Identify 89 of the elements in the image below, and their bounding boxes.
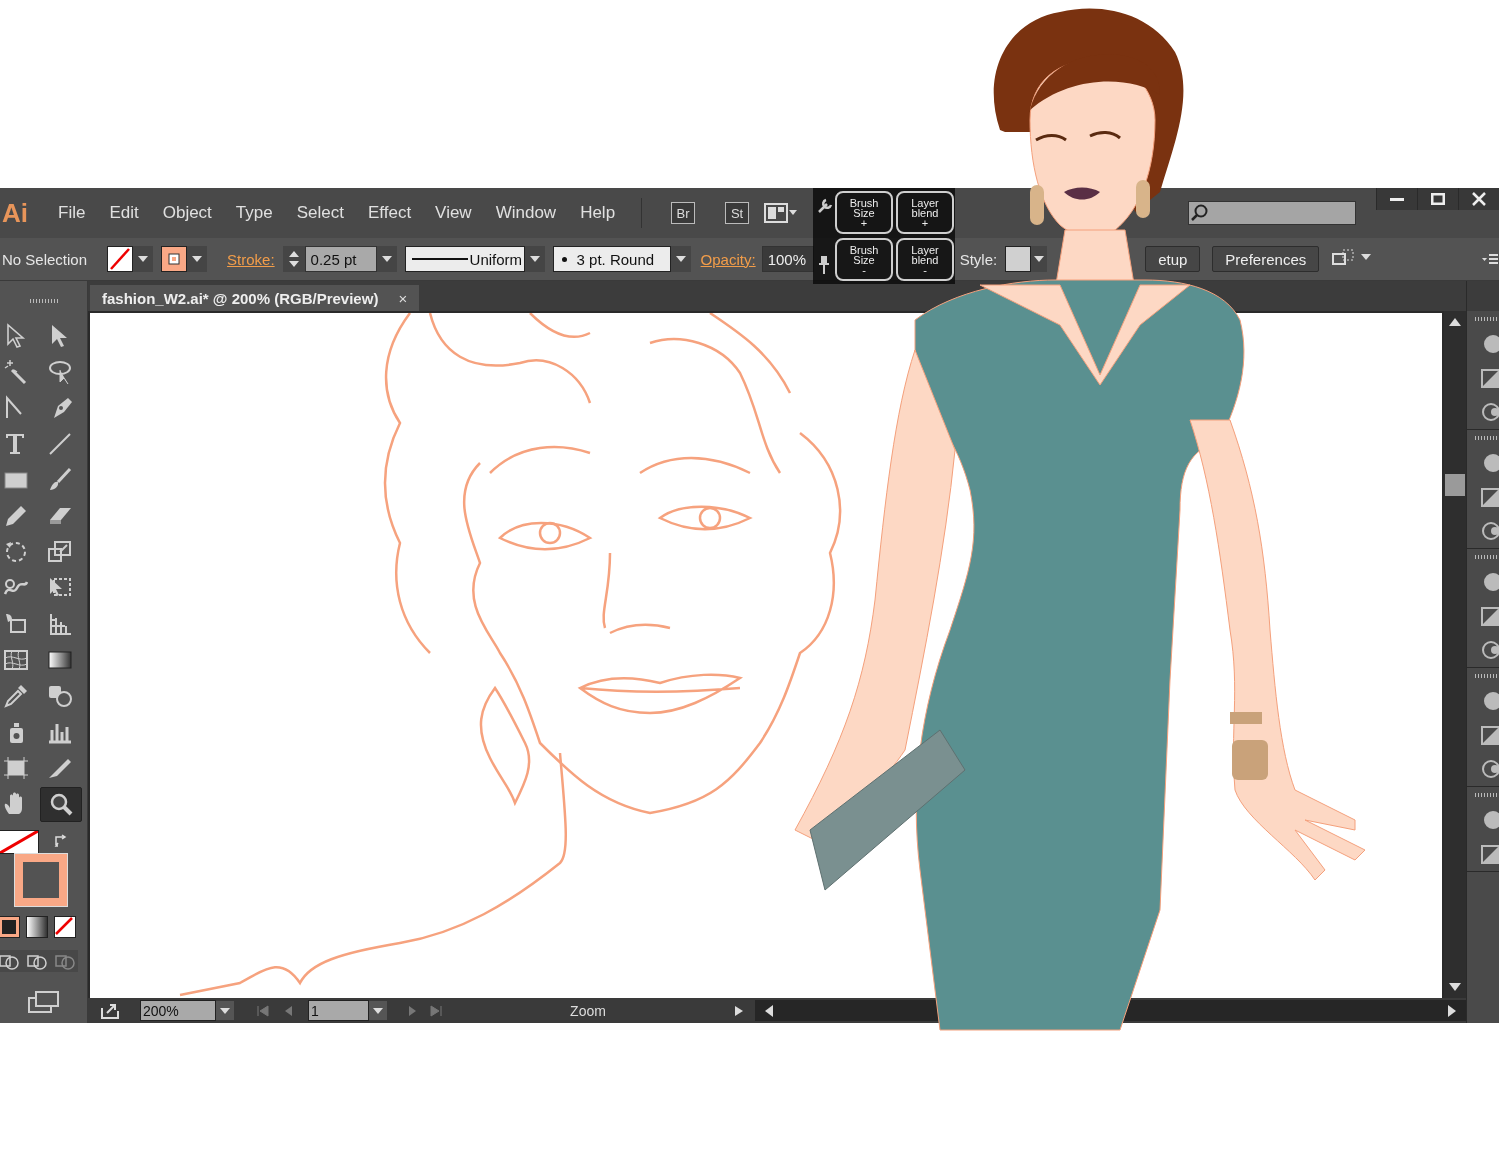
first-page-icon[interactable] <box>256 1004 270 1017</box>
toolbar-button[interactable]: etup <box>1145 246 1201 272</box>
artboard-field[interactable]: 1 <box>308 1000 369 1021</box>
play-icon[interactable] <box>733 1004 745 1017</box>
fill-swatch[interactable] <box>107 246 134 272</box>
touch-shortcut-button[interactable]: Layer blend - <box>896 238 954 281</box>
brush-field[interactable]: 3 pt. Round <box>552 246 671 272</box>
layout-icon[interactable] <box>764 202 799 224</box>
menu-item[interactable]: Object <box>162 203 212 223</box>
current-tool-label: Zoom <box>569 1002 607 1019</box>
wrench-icon[interactable] <box>817 196 835 214</box>
dropdown-button[interactable] <box>1031 246 1048 272</box>
none-slash-icon <box>54 917 73 935</box>
style-label: Style: <box>959 250 998 268</box>
none-mode-button[interactable] <box>53 916 76 938</box>
menu-item[interactable]: Type <box>235 203 273 223</box>
stroke-square-icon <box>168 253 181 265</box>
none-slash-icon <box>109 248 132 270</box>
panel-menu-icon[interactable] <box>1481 252 1499 266</box>
dropdown-button[interactable] <box>524 246 545 272</box>
panel-grip[interactable] <box>1475 793 1499 797</box>
touch-shortcut-button[interactable]: Layer blend + <box>896 191 954 234</box>
draw-normal-icon[interactable] <box>0 952 20 970</box>
bridge-button[interactable]: St <box>725 202 750 224</box>
opacity-label[interactable]: Opacity: <box>700 250 756 268</box>
toolbar-button[interactable]: Preferences <box>1212 246 1320 272</box>
menu-item[interactable]: Edit <box>109 203 139 223</box>
dropdown-button[interactable] <box>216 1001 234 1020</box>
touch-shortcut-button[interactable]: Brush Size + <box>835 191 893 234</box>
scroll-down-icon[interactable] <box>1448 982 1462 992</box>
stroke-label[interactable]: Stroke: <box>227 250 275 268</box>
bridge-button[interactable]: Br <box>671 202 696 224</box>
opacity-field[interactable]: 100% <box>761 246 814 272</box>
panel-grip[interactable] <box>1475 555 1499 559</box>
tool-button[interactable] <box>39 787 82 822</box>
menu-item[interactable]: Help <box>580 203 616 223</box>
scroll-right-icon[interactable] <box>1446 1003 1458 1018</box>
profile-field[interactable]: Uniform <box>404 246 525 272</box>
close-icon <box>1472 192 1486 206</box>
selection-label: No Selection <box>2 250 88 268</box>
dropdown-button[interactable] <box>670 246 691 272</box>
menu-item[interactable]: Select <box>296 203 344 223</box>
stroke-weight-field[interactable]: 0.25 pt <box>304 246 377 272</box>
document-title: fashion_W2.ai* @ 200% (RGB/Preview) <box>102 289 379 307</box>
export-icon[interactable] <box>100 1001 122 1020</box>
gradient-mode-button[interactable] <box>25 916 48 938</box>
panel-grip[interactable] <box>29 299 58 303</box>
scroll-up-icon[interactable] <box>1448 317 1462 327</box>
scroll-left-icon[interactable] <box>763 1003 775 1018</box>
caret-icon <box>372 1005 384 1016</box>
none-slash-icon <box>0 831 38 853</box>
menu-item[interactable]: View <box>435 203 472 223</box>
tab-close-button[interactable]: × <box>398 289 408 307</box>
caret-icon <box>219 1005 231 1016</box>
touch-shortcut-button[interactable]: Brush Size - <box>835 238 893 281</box>
zoom-field[interactable]: 200% <box>140 1000 216 1021</box>
stroke-swatch[interactable] <box>161 246 188 272</box>
last-page-icon[interactable] <box>429 1004 443 1017</box>
screen-mode-icon[interactable] <box>26 990 61 1014</box>
menu-item[interactable]: Effect <box>367 203 412 223</box>
draw-inside-icon[interactable] <box>53 952 76 970</box>
draw-behind-icon[interactable] <box>25 952 48 970</box>
panel-grip[interactable] <box>1475 436 1499 440</box>
dot-icon <box>561 256 567 262</box>
vertical-scrollbar[interactable] <box>1444 311 1466 998</box>
scroll-thumb[interactable] <box>1445 473 1465 496</box>
fill-swatch[interactable] <box>0 830 39 854</box>
maximize-icon <box>1431 193 1445 205</box>
menu-item[interactable]: File <box>58 203 86 223</box>
swap-icon[interactable] <box>52 832 69 848</box>
dropdown-button[interactable] <box>133 246 154 272</box>
app-logo: Ai <box>2 197 28 229</box>
pin-icon[interactable] <box>818 255 830 275</box>
up-down-arrows-icon <box>286 249 301 269</box>
dropdown-button[interactable] <box>369 1001 387 1020</box>
dropdown-button[interactable] <box>376 246 397 272</box>
stepper[interactable] <box>282 246 305 272</box>
dropdown-button[interactable] <box>187 246 208 272</box>
profile-value: Uniform <box>469 250 523 268</box>
panel-grip[interactable] <box>1475 674 1499 678</box>
panel-grip[interactable] <box>1475 317 1499 321</box>
menu-item[interactable]: Window <box>495 203 557 223</box>
minimize-icon <box>1390 197 1404 201</box>
search-field[interactable] <box>1188 201 1356 225</box>
brush-value: 3 pt. Round <box>576 250 655 268</box>
style-swatch[interactable] <box>1005 246 1032 272</box>
stroke-swatch[interactable] <box>14 854 67 906</box>
color-mode-button[interactable] <box>0 916 20 938</box>
document-tab[interactable]: fashion_W2.ai* @ 200% (RGB/Preview) × <box>90 285 420 311</box>
